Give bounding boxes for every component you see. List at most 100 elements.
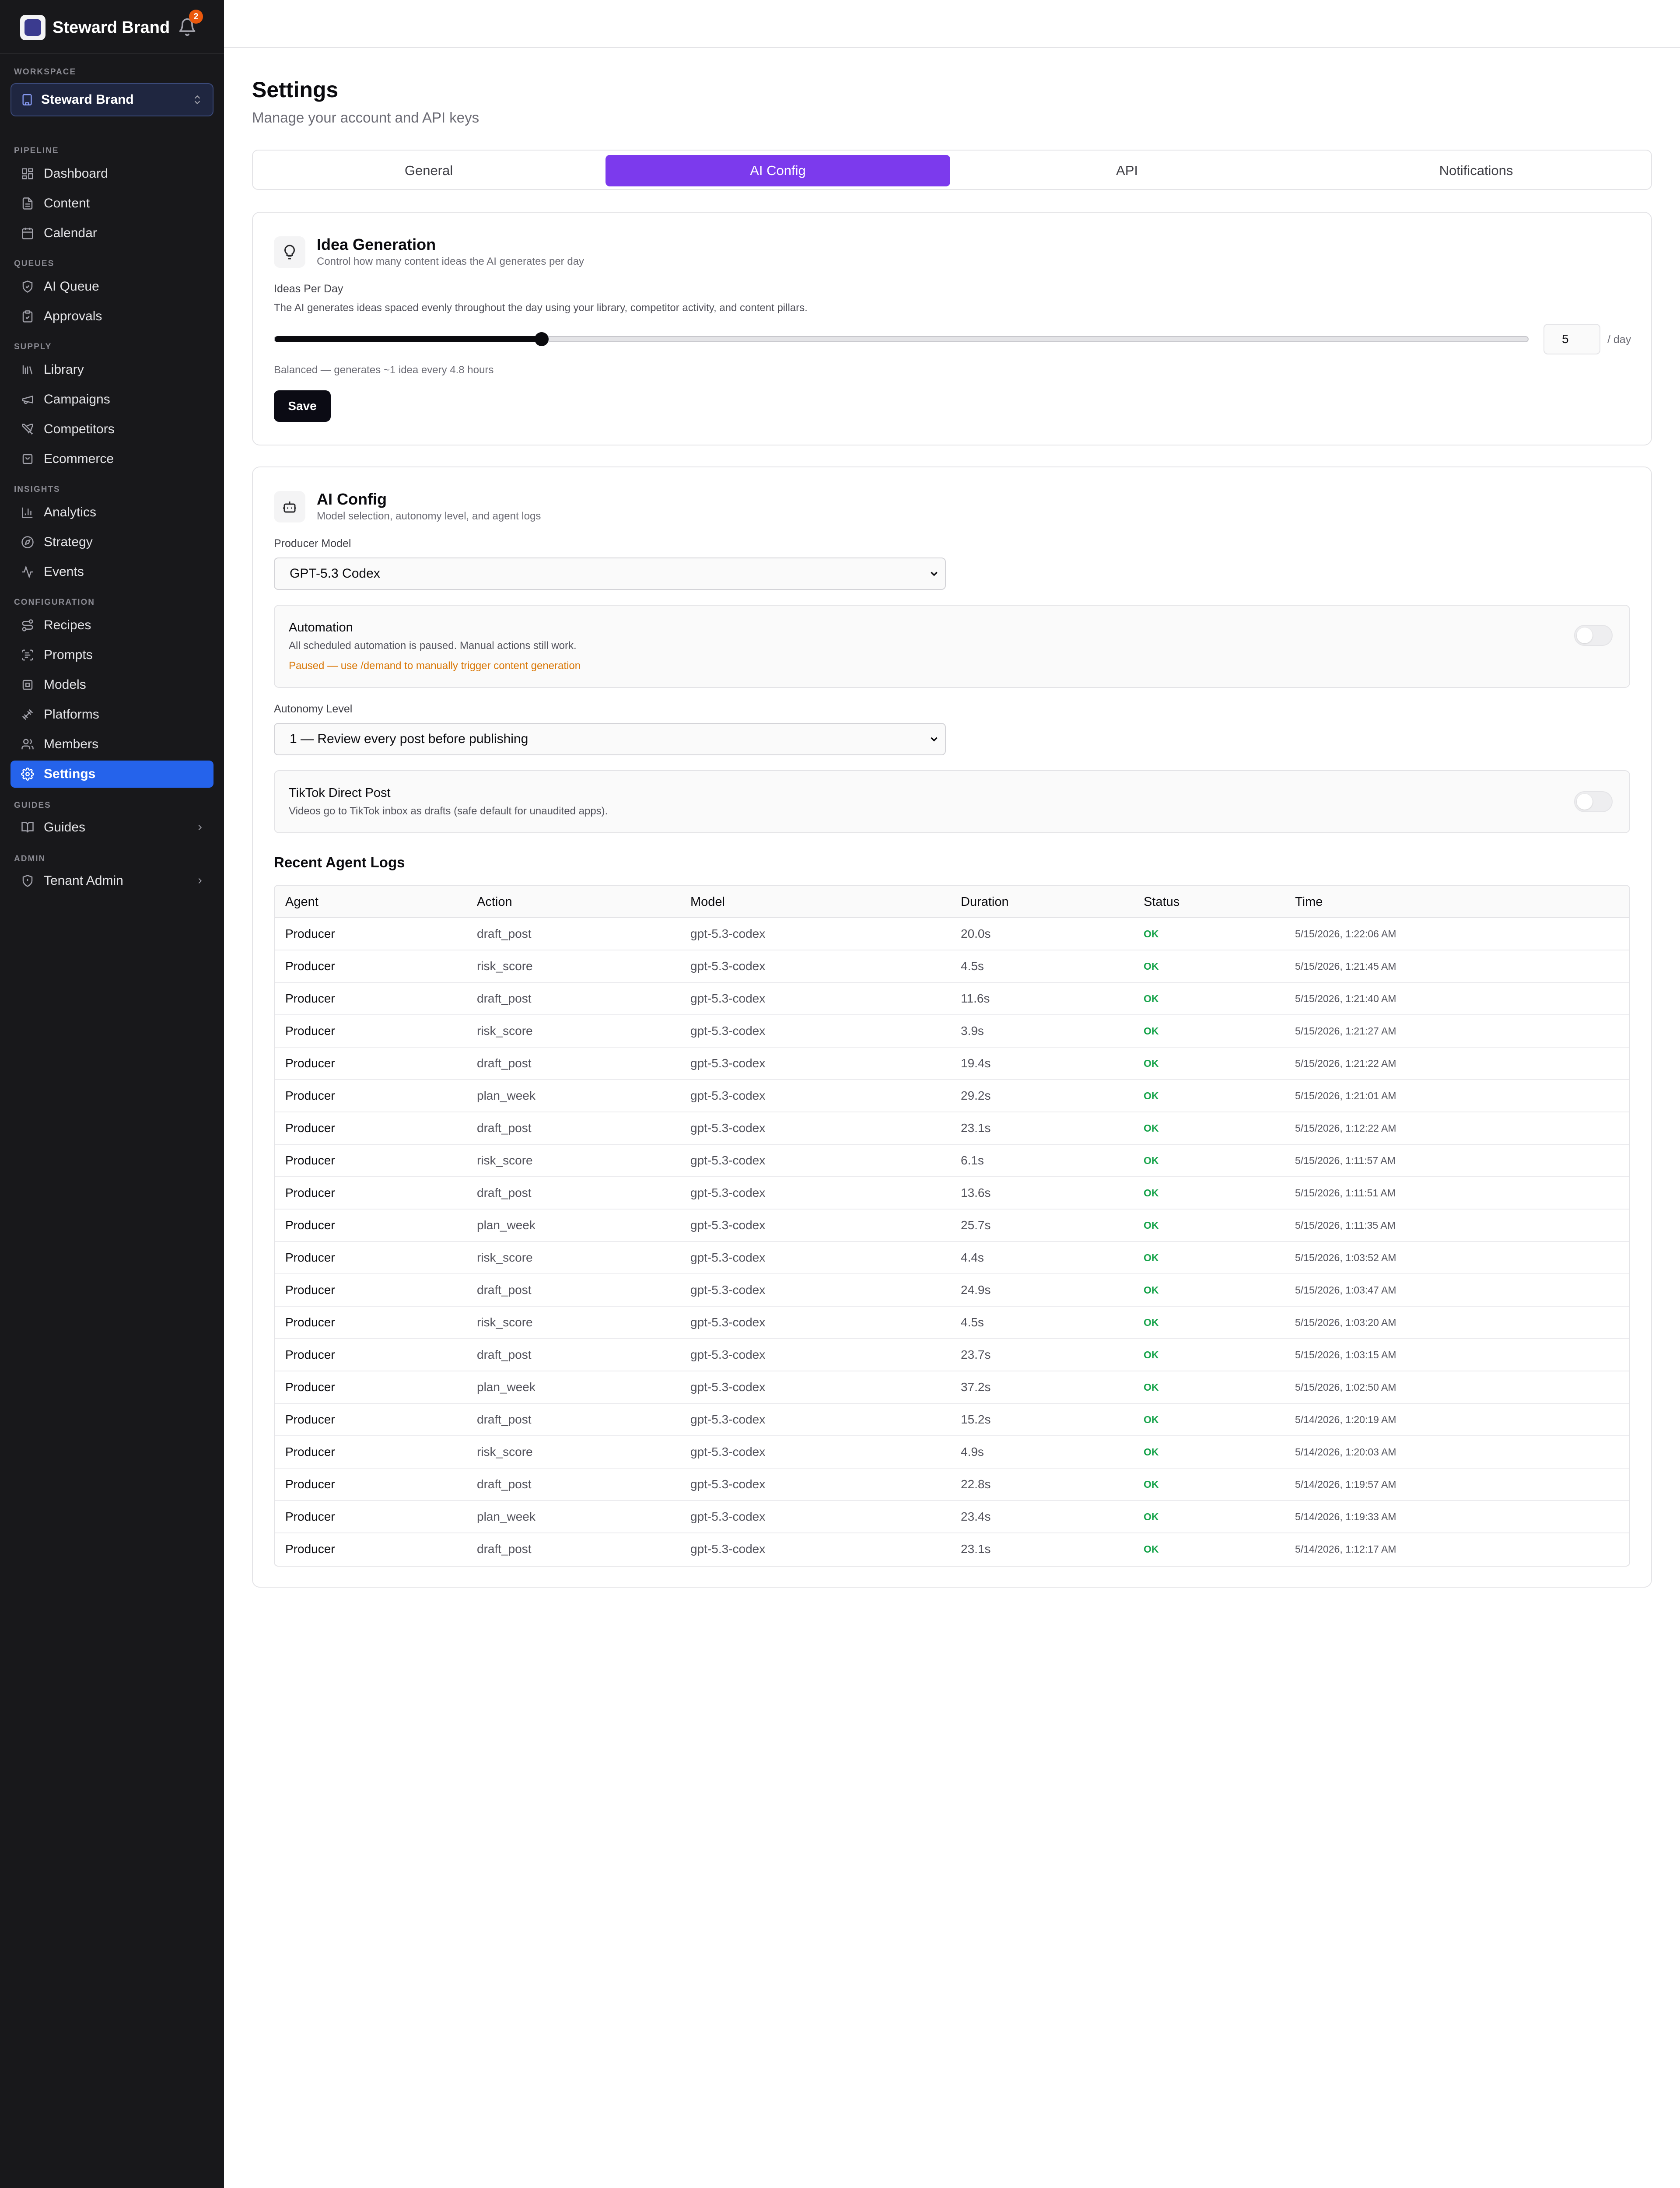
agent-cell: Producer xyxy=(285,1089,335,1102)
sidebar-item-approvals[interactable]: Approvals xyxy=(10,303,214,330)
sidebar-item-ecommerce[interactable]: Ecommerce xyxy=(10,445,214,473)
sidebar-item-members[interactable]: Members xyxy=(10,731,214,758)
sidebar-item-dashboard[interactable]: Dashboard xyxy=(10,160,214,187)
sidebar-item-recipes[interactable]: Recipes xyxy=(10,612,214,639)
status-badge: OK xyxy=(1144,1090,1159,1101)
agent-cell: Producer xyxy=(285,1542,335,1556)
column-header-model: Model xyxy=(690,894,725,909)
time-cell: 5/15/2026, 1:21:22 AM xyxy=(1295,1057,1396,1069)
automation-paused-warning: Paused — use /demand to manually trigger… xyxy=(289,660,581,672)
action-cell: risk_score xyxy=(477,1154,533,1167)
autonomy-level-value: 1 — Review every post before publishing xyxy=(290,732,528,746)
action-cell: plan_week xyxy=(477,1089,536,1102)
sidebar-item-label: Settings xyxy=(44,767,96,781)
sidebar-item-label: Approvals xyxy=(44,309,102,323)
table-row: Producer risk_score gpt-5.3-codex 3.9s OK 5/1… xyxy=(275,1015,1629,1048)
action-cell: draft_post xyxy=(477,1186,532,1199)
sidebar-item-strategy[interactable]: Strategy xyxy=(10,529,214,556)
sidebar-item-content[interactable]: Content xyxy=(10,190,214,217)
shield-check-icon xyxy=(21,280,34,293)
sidebar-item-platforms[interactable]: Platforms xyxy=(10,701,214,728)
slider-fill xyxy=(275,336,542,342)
action-cell: plan_week xyxy=(477,1510,536,1523)
notification-count-badge: 2 xyxy=(189,10,203,24)
table-row: Producer draft_post gpt-5.3-codex 19.4s OK 5/… xyxy=(275,1048,1629,1080)
sidebar-item-ai-queue[interactable]: AI Queue xyxy=(10,273,214,300)
tab-ai-config[interactable]: AI Config xyxy=(606,155,950,186)
bot-icon xyxy=(274,491,305,522)
brand-logo-icon xyxy=(20,15,46,40)
toggle-knob xyxy=(1577,794,1592,810)
per-day-unit: / day xyxy=(1607,333,1631,346)
agent-cell: Producer xyxy=(285,1315,335,1329)
model-cell: gpt-5.3-codex xyxy=(690,1121,766,1135)
brand[interactable]: Steward Brand xyxy=(20,15,170,40)
time-cell: 5/15/2026, 1:21:40 AM xyxy=(1295,992,1396,1004)
notifications-button[interactable]: 2 xyxy=(178,10,203,37)
activity-icon xyxy=(21,565,34,579)
duration-cell: 4.5s xyxy=(961,1315,984,1329)
sidebar-item-analytics[interactable]: Analytics xyxy=(10,499,214,526)
status-badge: OK xyxy=(1144,1446,1159,1458)
agent-cell: Producer xyxy=(285,1283,335,1297)
sidebar-item-label: Prompts xyxy=(44,648,93,662)
sidebar-item-label: Tenant Admin xyxy=(44,873,123,888)
ai-config-card: AI Config Model selection, autonomy leve… xyxy=(252,466,1652,1588)
sidebar-item-calendar[interactable]: Calendar xyxy=(10,220,214,247)
duration-cell: 22.8s xyxy=(961,1477,991,1491)
table-row: Producer risk_score gpt-5.3-codex 6.1s OK 5/1… xyxy=(275,1145,1629,1177)
time-cell: 5/15/2026, 1:22:06 AM xyxy=(1295,928,1396,940)
producer-model-select[interactable]: GPT-5.3 Codex xyxy=(274,558,946,590)
section-label-admin: Admin xyxy=(14,854,46,863)
cpu-icon xyxy=(21,678,34,691)
time-cell: 5/15/2026, 1:21:45 AM xyxy=(1295,960,1396,972)
shopping-bag-icon xyxy=(21,452,34,466)
action-cell: draft_post xyxy=(477,992,532,1005)
automation-toggle[interactable] xyxy=(1574,625,1613,646)
toggle-knob xyxy=(1577,628,1592,643)
sidebar-item-settings[interactable]: Settings xyxy=(10,761,214,788)
chevron-down-icon xyxy=(931,737,938,742)
time-cell: 5/15/2026, 1:21:01 AM xyxy=(1295,1090,1396,1101)
agent-cell: Producer xyxy=(285,927,335,940)
sidebar-item-guides[interactable]: Guides xyxy=(10,814,214,841)
sidebar-item-tenant-admin[interactable]: Tenant Admin xyxy=(10,867,214,894)
save-button[interactable]: Save xyxy=(274,390,331,422)
section-label-pipeline: Pipeline xyxy=(14,146,59,155)
sidebar-item-campaigns[interactable]: Campaigns xyxy=(10,386,214,413)
time-cell: 5/15/2026, 1:12:22 AM xyxy=(1295,1122,1396,1134)
sidebar-item-label: Analytics xyxy=(44,505,97,519)
table-row: Producer risk_score gpt-5.3-codex 4.4s OK 5/1… xyxy=(275,1242,1629,1274)
model-cell: gpt-5.3-codex xyxy=(690,1445,766,1459)
tab-notifications[interactable]: Notifications xyxy=(1304,155,1648,186)
table-header: Agent Action Model Duration Status Time xyxy=(275,886,1629,918)
sidebar-item-label: Events xyxy=(44,565,84,579)
sidebar-item-label: Ecommerce xyxy=(44,452,114,466)
duration-cell: 4.5s xyxy=(961,959,984,973)
ideas-per-day-slider[interactable] xyxy=(274,332,1529,346)
workspace-switcher[interactable]: Steward Brand xyxy=(10,83,214,116)
sidebar-item-prompts[interactable]: Prompts xyxy=(10,642,214,669)
sidebar-item-library[interactable]: Library xyxy=(10,356,214,383)
sidebar-item-events[interactable]: Events xyxy=(10,558,214,586)
sidebar-item-models[interactable]: Models xyxy=(10,671,214,698)
card-description: Model selection, autonomy level, and age… xyxy=(317,510,541,522)
table-row: Producer plan_week gpt-5.3-codex 29.2s OK 5/1… xyxy=(275,1080,1629,1112)
slider-handle[interactable] xyxy=(535,332,549,346)
time-cell: 5/15/2026, 1:03:20 AM xyxy=(1295,1316,1396,1328)
tab-general[interactable]: General xyxy=(256,155,601,186)
tiktok-direct-post-description: Videos go to TikTok inbox as drafts (saf… xyxy=(289,805,608,817)
time-cell: 5/15/2026, 1:21:27 AM xyxy=(1295,1025,1396,1037)
chevron-up-down-icon xyxy=(194,95,200,105)
automation-title: Automation xyxy=(289,621,353,635)
agent-cell: Producer xyxy=(285,1251,335,1264)
autonomy-level-select[interactable]: 1 — Review every post before publishing xyxy=(274,723,946,755)
sidebar-item-competitors[interactable]: Competitors xyxy=(10,416,214,443)
model-cell: gpt-5.3-codex xyxy=(690,1283,766,1297)
tab-api[interactable]: API xyxy=(955,155,1299,186)
ideas-per-day-input[interactable]: 5 xyxy=(1544,324,1600,354)
table-row: Producer draft_post gpt-5.3-codex 23.1s OK 5/… xyxy=(275,1533,1629,1566)
shield-icon xyxy=(21,874,34,887)
agent-cell: Producer xyxy=(285,1024,335,1038)
tiktok-direct-post-toggle[interactable] xyxy=(1574,791,1613,812)
